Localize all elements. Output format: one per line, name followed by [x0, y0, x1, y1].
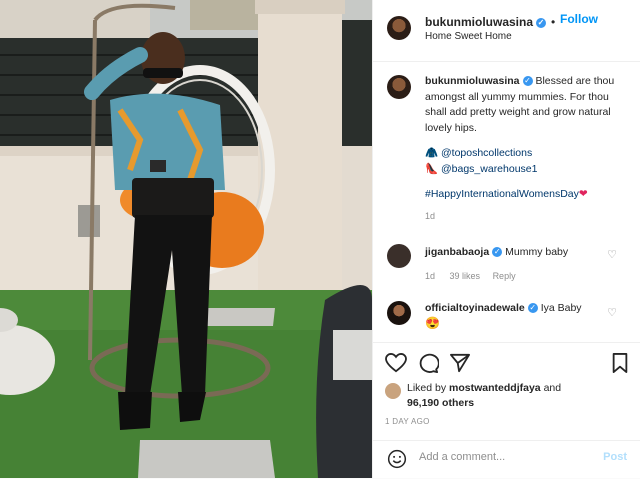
comment-text: Mummy baby: [505, 246, 569, 258]
comment-username[interactable]: jiganbabaoja: [425, 246, 489, 258]
follow-button[interactable]: Follow: [560, 12, 598, 26]
bookmark-icon[interactable]: [611, 353, 629, 373]
comment-avatar[interactable]: [387, 244, 411, 268]
liked-by-and: and: [543, 382, 562, 394]
comment-text: Iya Baby: [540, 302, 582, 314]
reply-button[interactable]: Reply: [493, 271, 516, 281]
comment-text-row: officialtoyinadewale ✓ Iya Baby: [425, 302, 582, 314]
caption-username[interactable]: bukunmioluwasina: [425, 75, 520, 87]
location-label[interactable]: Home Sweet Home: [425, 31, 512, 42]
liked-by-prefix: Liked by: [407, 382, 447, 394]
post-date[interactable]: 1 DAY AGO: [385, 417, 430, 426]
comment-likes[interactable]: 39 likes: [450, 271, 481, 281]
liked-by-text: Liked by mostwanteddjfaya and 96,190 oth…: [407, 381, 561, 411]
liked-by-avatar[interactable]: [385, 383, 401, 399]
hashtag-link[interactable]: #HappyInternationalWomensDay: [425, 188, 579, 200]
post-sidebar: bukunmioluwasina ✓ • Follow Home Sweet Ho…: [372, 0, 640, 478]
comment-avatar[interactable]: [387, 301, 411, 325]
caption-avatar[interactable]: [387, 75, 411, 99]
avatar[interactable]: [387, 16, 411, 40]
liked-by-user[interactable]: mostwanteddjfaya: [449, 382, 541, 394]
heart-emoji-icon: ❤: [578, 188, 588, 200]
shoe-icon: 👠: [425, 162, 439, 175]
verified-badge-icon: ✓: [536, 17, 547, 28]
post-photo[interactable]: [0, 0, 372, 478]
action-bar: Liked by mostwanteddjfaya and 96,190 oth…: [373, 342, 640, 453]
heart-icon[interactable]: [385, 353, 407, 373]
comment-input[interactable]: Add a comment...: [419, 451, 505, 463]
instagram-post: bukunmioluwasina ✓ • Follow Home Sweet Ho…: [0, 0, 640, 478]
post-button[interactable]: Post: [603, 451, 627, 463]
verified-badge-icon: ✓: [522, 76, 533, 87]
liked-by-others[interactable]: 96,190 others: [407, 397, 474, 409]
mention-link[interactable]: @bags_warehouse1: [441, 163, 537, 175]
emoji-icon[interactable]: [387, 449, 407, 469]
comment-like-heart-icon[interactable]: ♡: [607, 306, 617, 319]
photo-illustration: [0, 0, 372, 478]
add-comment-bar: Add a comment... Post: [373, 440, 640, 479]
comment-username[interactable]: officialtoyinadewale: [425, 302, 525, 314]
caption: bukunmioluwasina ✓ Blessed are thou among…: [425, 74, 633, 224]
comment-like-heart-icon[interactable]: ♡: [607, 248, 617, 261]
caption-age[interactable]: 1d: [425, 209, 633, 225]
header-username[interactable]: bukunmioluwasina ✓: [425, 15, 547, 29]
coat-icon: 🧥: [425, 147, 439, 159]
separator-dot: •: [551, 15, 556, 29]
share-icon[interactable]: [449, 353, 471, 373]
comment-meta: 1d 39 likes Reply: [425, 271, 516, 281]
post-header: bukunmioluwasina ✓ • Follow Home Sweet Ho…: [373, 0, 640, 62]
comment-icon[interactable]: [417, 353, 439, 373]
heart-eyes-emoji-icon: 😍: [425, 316, 440, 330]
comment-text-row: jiganbabaoja ✓ Mummy baby: [425, 246, 568, 258]
verified-badge-icon: ✓: [527, 303, 538, 314]
mention-link[interactable]: @toposhcollections: [441, 147, 532, 159]
comment-age[interactable]: 1d: [425, 271, 435, 281]
verified-badge-icon: ✓: [492, 247, 503, 258]
